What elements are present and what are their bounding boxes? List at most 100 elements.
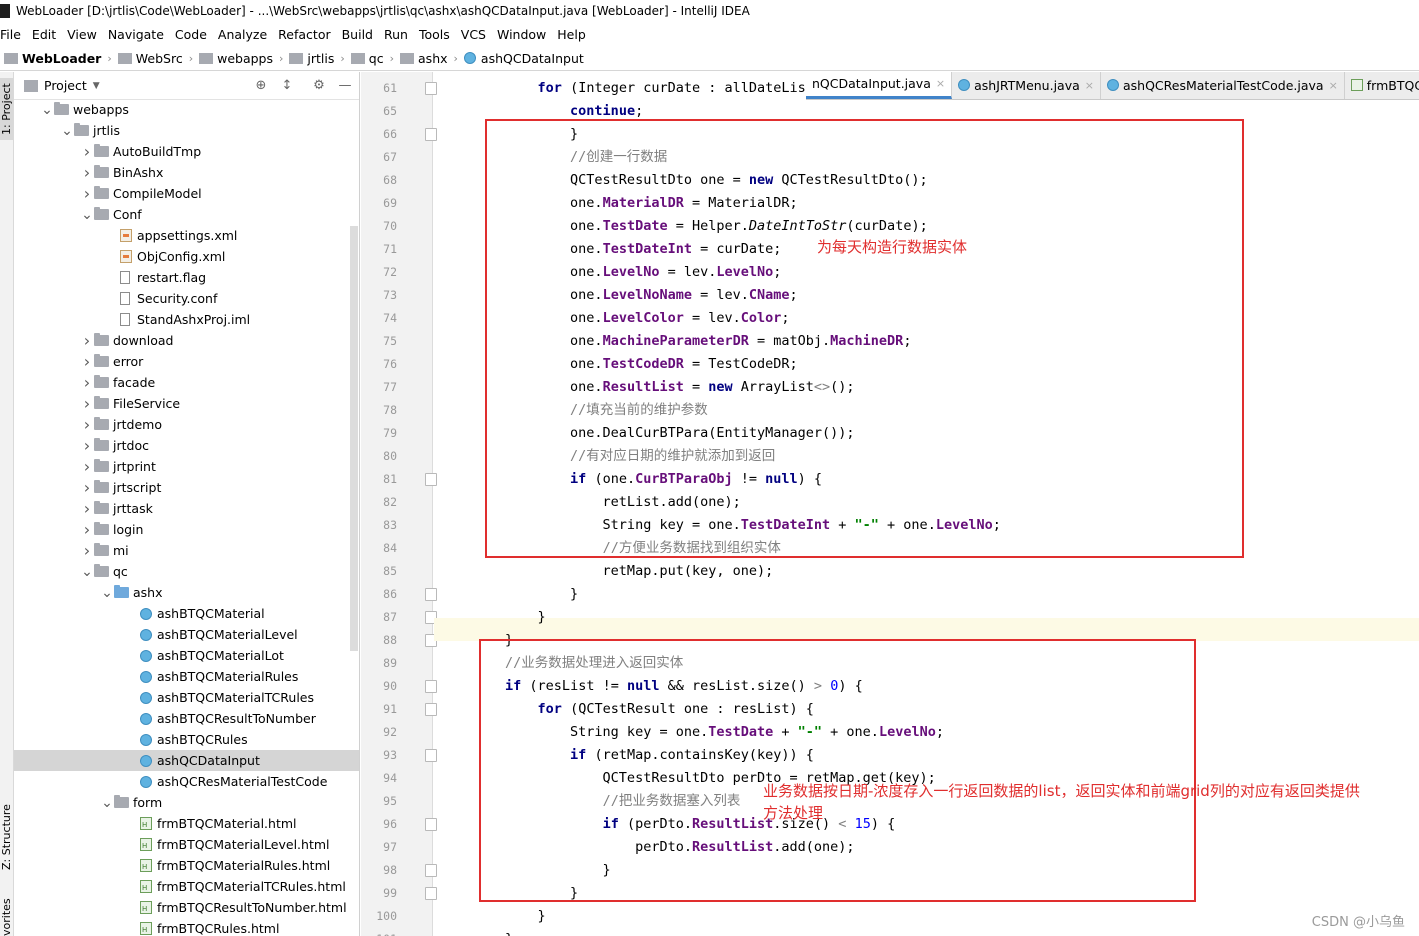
- tree-item-ashqcresmaterialtestcode[interactable]: ashQCResMaterialTestCode: [14, 771, 359, 792]
- chevron-down-icon[interactable]: ⌄: [80, 565, 94, 579]
- gear-icon[interactable]: ⚙: [312, 79, 326, 93]
- chevron-down-icon[interactable]: ⌄: [100, 586, 114, 600]
- chevron-right-icon[interactable]: ›: [80, 478, 94, 497]
- tree-item-ashbtqcmateriallevel[interactable]: ashBTQCMaterialLevel: [14, 624, 359, 645]
- project-tool-tab[interactable]: 1: Project: [0, 78, 13, 140]
- tree-item-error[interactable]: › error: [14, 351, 359, 372]
- editor-tab[interactable]: ashQCResMaterialTestCode.java ×: [1101, 72, 1345, 99]
- close-tab-icon[interactable]: ×: [936, 77, 945, 90]
- chevron-right-icon[interactable]: ›: [80, 415, 94, 434]
- tree-item-ashbtqcmaterialtcrules[interactable]: ashBTQCMaterialTCRules: [14, 687, 359, 708]
- tree-item-frmbtqcresulttonumber-html[interactable]: frmBTQCResultToNumber.html: [14, 897, 359, 918]
- tree-item-ashqcdatainput[interactable]: ashQCDataInput: [14, 750, 359, 771]
- chevron-right-icon[interactable]: ›: [80, 373, 94, 392]
- breadcrumb-item[interactable]: ashx: [400, 51, 448, 66]
- tree-item-jrtdoc[interactable]: › jrtdoc: [14, 435, 359, 456]
- chevron-down-icon[interactable]: ▼: [93, 81, 100, 91]
- menu-tools[interactable]: Tools: [414, 27, 456, 42]
- fold-marker-icon[interactable]: [425, 128, 437, 141]
- menu-build[interactable]: Build: [337, 27, 379, 42]
- tree-item-frmbtqcmateriallevel-html[interactable]: frmBTQCMaterialLevel.html: [14, 834, 359, 855]
- tree-item-ashbtqcrules[interactable]: ashBTQCRules: [14, 729, 359, 750]
- close-tab-icon[interactable]: ×: [1329, 79, 1338, 92]
- tree-item-jrtscript[interactable]: › jrtscript: [14, 477, 359, 498]
- tree-item-login[interactable]: › login: [14, 519, 359, 540]
- breadcrumb-item[interactable]: WebLoader: [4, 51, 101, 66]
- tree-item-frmbtqcmaterialrules-html[interactable]: frmBTQCMaterialRules.html: [14, 855, 359, 876]
- locate-target-icon[interactable]: ⊕: [254, 79, 268, 93]
- chevron-right-icon[interactable]: ›: [80, 457, 94, 476]
- tree-item-jrtlis[interactable]: ⌄ jrtlis: [14, 120, 359, 141]
- fold-marker-icon[interactable]: [425, 818, 437, 831]
- tree-item-download[interactable]: › download: [14, 330, 359, 351]
- favorites-tool-tab[interactable]: vorites: [0, 892, 13, 936]
- tree-item-objconfig-xml[interactable]: ObjConfig.xml: [14, 246, 359, 267]
- chevron-right-icon[interactable]: ›: [80, 331, 94, 350]
- breadcrumb-item[interactable]: WebSrc: [117, 51, 183, 66]
- breadcrumb-item[interactable]: jrtlis: [289, 51, 334, 66]
- tree-item-ashbtqcmaterial[interactable]: ashBTQCMaterial: [14, 603, 359, 624]
- menu-window[interactable]: Window: [492, 27, 552, 42]
- tree-item-autobuildtmp[interactable]: › AutoBuildTmp: [14, 141, 359, 162]
- tree-item-frmbtqcmaterialtcrules-html[interactable]: frmBTQCMaterialTCRules.html: [14, 876, 359, 897]
- chevron-down-icon[interactable]: ⌄: [60, 124, 74, 138]
- fold-marker-icon[interactable]: [425, 680, 437, 693]
- tree-item-mi[interactable]: › mi: [14, 540, 359, 561]
- fold-marker-icon[interactable]: [425, 703, 437, 716]
- fold-marker-icon[interactable]: [425, 887, 437, 900]
- menu-refactor[interactable]: Refactor: [273, 27, 336, 42]
- menu-view[interactable]: View: [62, 27, 103, 42]
- editor-tab[interactable]: frmBTQCMa: [1345, 72, 1419, 99]
- chevron-right-icon[interactable]: ›: [80, 541, 94, 560]
- chevron-right-icon[interactable]: ›: [80, 394, 94, 413]
- menu-navigate[interactable]: Navigate: [103, 27, 170, 42]
- structure-tool-tab[interactable]: Z: Structure: [0, 792, 13, 882]
- fold-marker-icon[interactable]: [425, 473, 437, 486]
- close-tab-icon[interactable]: ×: [1085, 79, 1094, 92]
- tree-item-conf[interactable]: ⌄ Conf: [14, 204, 359, 225]
- tree-scrollbar[interactable]: [350, 226, 358, 651]
- hide-panel-icon[interactable]: —: [338, 79, 352, 93]
- tree-item-binashx[interactable]: › BinAshx: [14, 162, 359, 183]
- tree-item-webapps[interactable]: ⌄ webapps: [14, 99, 359, 120]
- fold-marker-icon[interactable]: [425, 749, 437, 762]
- fold-marker-icon[interactable]: [425, 588, 437, 601]
- tree-item-appsettings-xml[interactable]: appsettings.xml: [14, 225, 359, 246]
- tree-item-security-conf[interactable]: Security.conf: [14, 288, 359, 309]
- chevron-down-icon[interactable]: ⌄: [80, 208, 94, 222]
- tree-item-form[interactable]: ⌄ form: [14, 792, 359, 813]
- tree-item-ashbtqcmaterialrules[interactable]: ashBTQCMaterialRules: [14, 666, 359, 687]
- tree-item-jrtprint[interactable]: › jrtprint: [14, 456, 359, 477]
- breadcrumb-item[interactable]: webapps: [199, 51, 273, 66]
- menu-edit[interactable]: Edit: [27, 27, 62, 42]
- tree-item-fileservice[interactable]: › FileService: [14, 393, 359, 414]
- editor-tab[interactable]: nQCDataInput.java ×: [806, 72, 953, 99]
- editor-tab[interactable]: ashJRTMenu.java ×: [952, 72, 1101, 99]
- chevron-right-icon[interactable]: ›: [80, 142, 94, 161]
- menu-help[interactable]: Help: [552, 27, 592, 42]
- menu-vcs[interactable]: VCS: [456, 27, 492, 42]
- tree-item-jrttask[interactable]: › jrttask: [14, 498, 359, 519]
- tree-item-frmbtqcrules-html[interactable]: frmBTQCRules.html: [14, 918, 359, 936]
- tree-item-compilemodel[interactable]: › CompileModel: [14, 183, 359, 204]
- menu-file[interactable]: File: [0, 27, 27, 42]
- tree-item-ashbtqcmateriallot[interactable]: ashBTQCMaterialLot: [14, 645, 359, 666]
- tree-item-ashbtqcresulttonumber[interactable]: ashBTQCResultToNumber: [14, 708, 359, 729]
- tree-item-facade[interactable]: › facade: [14, 372, 359, 393]
- breadcrumb-item[interactable]: ashQCDataInput: [463, 51, 584, 66]
- chevron-right-icon[interactable]: ›: [80, 184, 94, 203]
- chevron-right-icon[interactable]: ›: [80, 520, 94, 539]
- menu-code[interactable]: Code: [170, 27, 213, 42]
- fold-marker-icon[interactable]: [425, 864, 437, 877]
- chevron-right-icon[interactable]: ›: [80, 352, 94, 371]
- tree-item-frmbtqcmaterial-html[interactable]: frmBTQCMaterial.html: [14, 813, 359, 834]
- chevron-right-icon[interactable]: ›: [80, 163, 94, 182]
- project-panel-title[interactable]: Project: [44, 78, 87, 93]
- collapse-all-icon[interactable]: ↕: [280, 79, 294, 93]
- tree-item-jrtdemo[interactable]: › jrtdemo: [14, 414, 359, 435]
- breadcrumb-item[interactable]: qc: [350, 51, 384, 66]
- chevron-right-icon[interactable]: ›: [80, 499, 94, 518]
- tree-item-qc[interactable]: ⌄ qc: [14, 561, 359, 582]
- tree-item-standashxproj-iml[interactable]: StandAshxProj.iml: [14, 309, 359, 330]
- tree-item-ashx[interactable]: ⌄ ashx: [14, 582, 359, 603]
